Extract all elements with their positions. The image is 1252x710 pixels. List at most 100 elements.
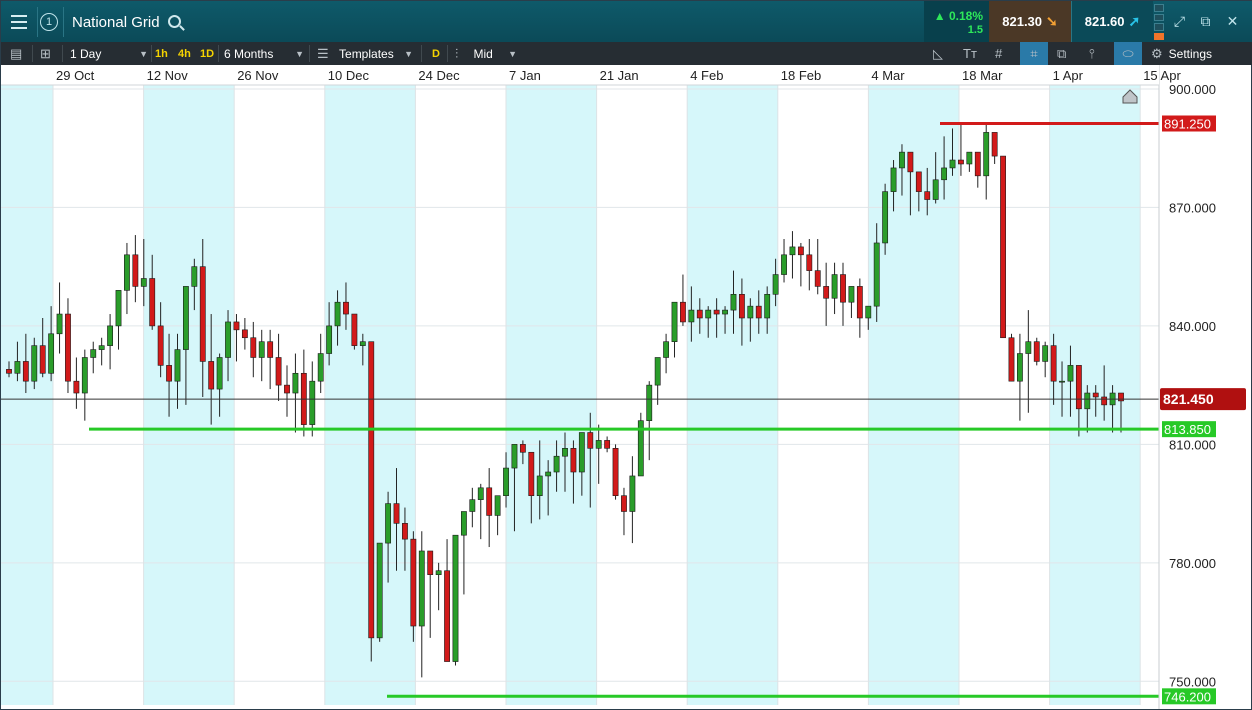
candle-down-body bbox=[1092, 392, 1099, 398]
date-tick-label: 18 Feb bbox=[781, 68, 821, 83]
candle-down-body bbox=[1050, 345, 1057, 382]
candle-up-body bbox=[376, 542, 383, 639]
price-tick-label: 780.000 bbox=[1169, 556, 1216, 571]
candle bbox=[427, 550, 434, 638]
candle-down-body bbox=[755, 305, 762, 319]
candle bbox=[1008, 333, 1015, 382]
candle-down-body bbox=[351, 313, 358, 346]
candle-up-body bbox=[225, 321, 231, 358]
expand-icon[interactable]: ⤢ bbox=[1172, 14, 1187, 29]
candle-up-body bbox=[545, 471, 552, 477]
time-band bbox=[506, 85, 597, 705]
duplicate-icon[interactable]: ⧉ bbox=[1057, 42, 1066, 65]
candle bbox=[300, 349, 307, 437]
candle-up-body bbox=[1059, 380, 1065, 383]
candle-down-body bbox=[1075, 365, 1082, 410]
candle-down-body bbox=[157, 325, 164, 366]
interval-1h-button[interactable]: 1h bbox=[155, 42, 168, 65]
popout-icon[interactable]: ⧉ bbox=[1198, 14, 1213, 29]
candle bbox=[781, 239, 787, 283]
candle bbox=[452, 534, 459, 666]
interval-4h-button[interactable]: 4h bbox=[178, 42, 191, 65]
candle bbox=[991, 132, 998, 164]
interval-1d-button[interactable]: 1D bbox=[200, 42, 214, 65]
candle-up-body bbox=[326, 325, 333, 354]
candle-up-body bbox=[772, 274, 779, 295]
interval-select[interactable]: 1 Day ▼ bbox=[70, 42, 148, 65]
support-price-label: 746.200 bbox=[1164, 689, 1211, 704]
trendline-icon[interactable]: ◺ bbox=[933, 42, 943, 65]
gear-icon: ⚙ bbox=[1151, 45, 1163, 61]
resistance-price-label: 891.250 bbox=[1164, 117, 1211, 132]
candle-up-body bbox=[1042, 345, 1049, 362]
candle-up-body bbox=[334, 301, 341, 327]
candle bbox=[250, 321, 257, 378]
settings-label: Settings bbox=[1168, 46, 1213, 61]
candle bbox=[1016, 333, 1023, 421]
candle bbox=[1033, 337, 1040, 366]
candle bbox=[107, 314, 114, 370]
candle-down-body bbox=[343, 301, 349, 315]
close-icon[interactable]: ✕ bbox=[1225, 14, 1240, 29]
candle-up-body bbox=[182, 286, 189, 350]
grid-icon[interactable]: # bbox=[995, 42, 1002, 65]
candle bbox=[90, 341, 97, 374]
candle-up-body bbox=[578, 432, 585, 473]
settings-button[interactable]: ⚙ Settings bbox=[1151, 42, 1212, 65]
crosshair-icon[interactable]: ⌗ bbox=[1020, 42, 1048, 65]
candle-down-body bbox=[915, 171, 922, 192]
candle-up-body bbox=[418, 550, 425, 627]
candle-up-body bbox=[469, 499, 476, 512]
candle-up-body bbox=[503, 467, 509, 497]
sell-arrow-icon: ➘ bbox=[1046, 13, 1058, 29]
price-type-select[interactable]: ⫶ Mid ▼ bbox=[455, 42, 517, 65]
candle bbox=[671, 301, 678, 358]
candle-down-body bbox=[924, 191, 931, 200]
candle-down-body bbox=[907, 151, 914, 173]
candle bbox=[469, 487, 476, 528]
candle-up-body bbox=[191, 266, 198, 287]
date-tick-label: 24 Dec bbox=[418, 68, 460, 83]
candle-up-body bbox=[48, 333, 55, 374]
price-tick-label: 750.000 bbox=[1169, 674, 1216, 689]
text-tool-icon[interactable]: Tт bbox=[963, 42, 977, 65]
candle-down-body bbox=[680, 301, 686, 323]
time-band bbox=[143, 85, 235, 705]
candle-up-body bbox=[941, 167, 948, 181]
candle-down-body bbox=[22, 361, 29, 382]
candle-down-body bbox=[974, 151, 981, 177]
price-tag-icon[interactable]: ⬭ bbox=[1114, 42, 1142, 65]
d-button[interactable]: D bbox=[432, 42, 440, 65]
candle bbox=[831, 262, 838, 315]
candle bbox=[31, 337, 38, 390]
instrument-title[interactable]: National Grid bbox=[72, 14, 160, 31]
sell-price-button[interactable]: 821.30 ➘ bbox=[989, 1, 1071, 42]
list-view-icon[interactable]: ▤ bbox=[10, 42, 22, 65]
candle bbox=[966, 151, 973, 172]
candle bbox=[460, 511, 467, 595]
layout-icon[interactable]: ⊞ bbox=[40, 42, 51, 65]
candle bbox=[368, 341, 375, 662]
price-chart[interactable]: 900.000 870.000 840.000 810.000 780.000 750.0… bbox=[1, 65, 1251, 709]
candle-up-body bbox=[890, 167, 897, 192]
candle-down-body bbox=[856, 286, 863, 319]
buy-price-button[interactable]: 821.60 ➚ bbox=[1071, 1, 1153, 42]
range-select[interactable]: 6 Months ▼ bbox=[224, 42, 304, 65]
candle-up-body bbox=[663, 341, 670, 358]
search-icon[interactable] bbox=[168, 15, 181, 28]
current-price-label: 821.450 bbox=[1163, 391, 1214, 407]
hamburger-menu-icon[interactable] bbox=[1, 1, 37, 42]
candle-up-body bbox=[873, 242, 880, 307]
candle-up-body bbox=[789, 246, 796, 256]
candle-down-body bbox=[823, 286, 830, 299]
candle-down-body bbox=[241, 329, 248, 339]
candle-up-body bbox=[629, 475, 636, 512]
date-tick-label: 18 Mar bbox=[962, 68, 1003, 83]
candle-up-body bbox=[848, 286, 855, 303]
candle-down-body bbox=[1008, 337, 1015, 382]
candle bbox=[65, 298, 71, 394]
templates-select[interactable]: ☰ Templates ▼ bbox=[317, 42, 413, 65]
indicator-icon[interactable]: ⫯ bbox=[1089, 42, 1095, 65]
range-label: 6 Months bbox=[224, 46, 274, 61]
window-number-badge[interactable]: 1 bbox=[40, 13, 58, 31]
